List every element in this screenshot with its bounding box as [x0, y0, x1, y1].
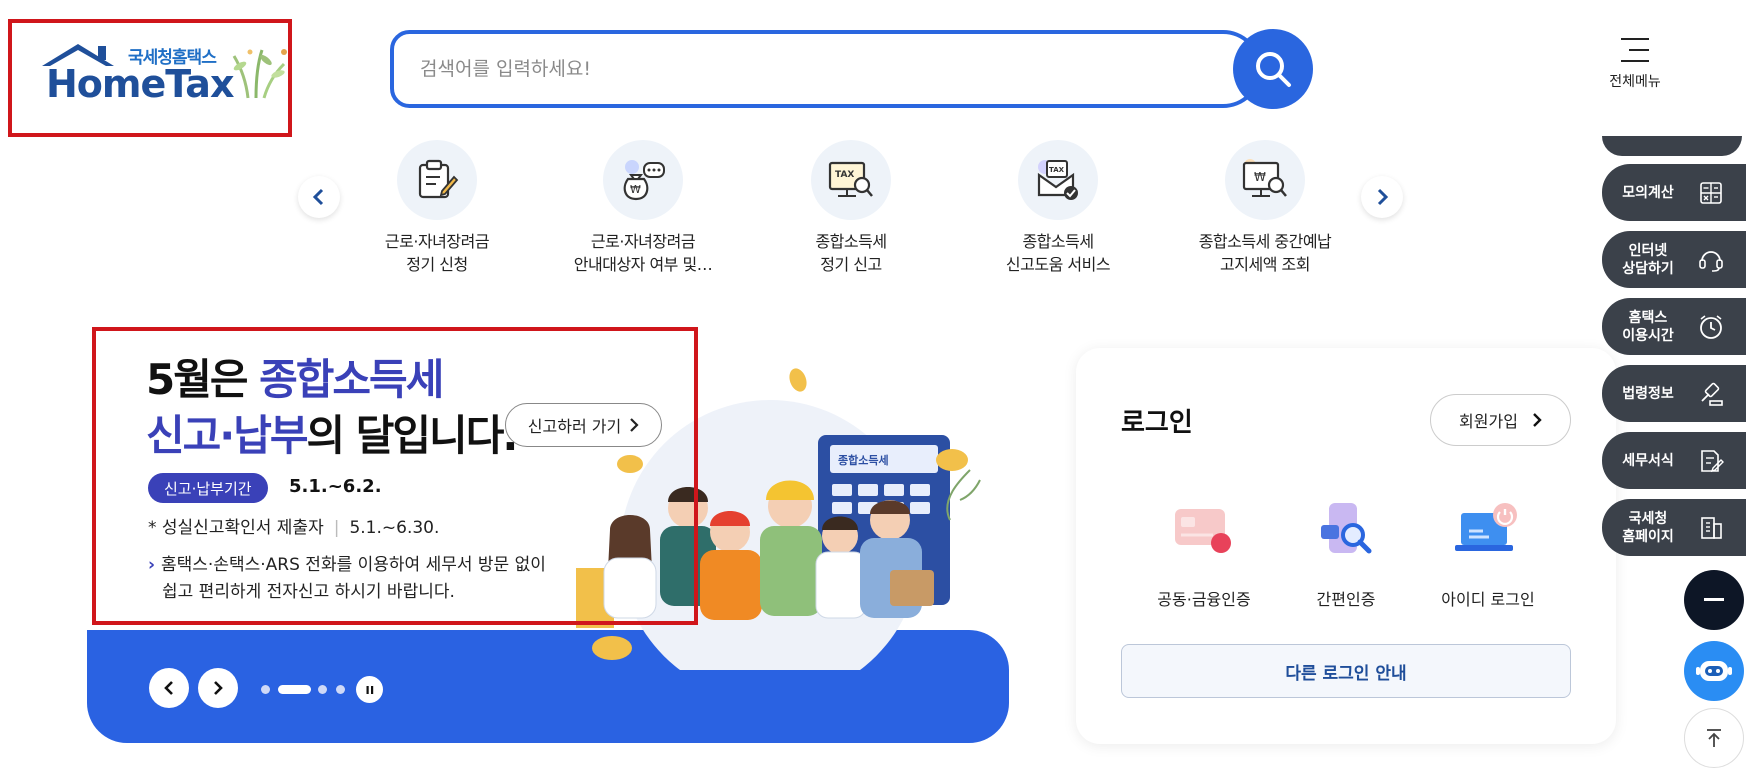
filing-period-badge: 신고·납부기간: [148, 473, 268, 503]
other-login-guide-button[interactable]: 다른 로그인 안내: [1121, 644, 1571, 698]
arrow-up-icon: [1707, 729, 1721, 747]
side-mock-calculation[interactable]: 모의계산: [1602, 164, 1746, 221]
simple-auth-login-option[interactable]: 간편인증: [1266, 496, 1426, 610]
side-law-info[interactable]: 법령정보: [1602, 365, 1746, 422]
all-menu-label: 전체메뉴: [1609, 74, 1661, 90]
form-document-icon: [1701, 449, 1724, 472]
quick-item-interim-prepayment[interactable]: ₩ 종합소득세 중간예납 고지세액 조회: [1165, 140, 1365, 276]
building-icon: [1701, 516, 1722, 539]
quick-item-label: 종합소득세 중간예납 고지세액 조회: [1198, 232, 1332, 274]
banner-dot[interactable]: [261, 685, 270, 694]
side-internet-consult[interactable]: 인터넷 상담하기: [1602, 231, 1746, 288]
quick-menu-next-button[interactable]: [1361, 176, 1403, 218]
sign-up-label: 회원가입: [1459, 412, 1518, 431]
quick-item-eitc-target[interactable]: ₩ 근로·자녀장려금 안내대상자 여부 및…: [543, 140, 743, 276]
side-item-label: 법령정보: [1622, 385, 1674, 402]
side-item-label: 홈택스 이용시간: [1622, 309, 1674, 344]
go-to-filing-label: 신고하러 가기: [527, 417, 622, 436]
simple-auth-search-icon: [1321, 503, 1372, 554]
search-input[interactable]: [420, 52, 1180, 86]
quick-item-icon-bg: [397, 140, 477, 220]
login-panel: 로그인 회원가입 공동·금융인증 간편인증 아이디 로그인 다른 로그인 안내: [1076, 348, 1616, 744]
collapse-side-menu-button[interactable]: [1684, 570, 1744, 630]
quick-item-income-tax-help[interactable]: TAX 종합소득세 신고도움 서비스: [958, 140, 1158, 276]
banner-dot[interactable]: [318, 685, 327, 694]
side-item-label: 국세청 홈페이지: [1622, 510, 1674, 545]
chatbot-robot-icon: [1696, 661, 1732, 681]
svg-text:₩: ₩: [1254, 170, 1266, 184]
quick-item-icon-bg: ₩: [603, 140, 683, 220]
banner-pause-button[interactable]: [356, 676, 383, 703]
pause-icon: [366, 685, 373, 694]
quick-item-icon-bg: ₩: [1225, 140, 1305, 220]
clock-icon: [1700, 314, 1722, 339]
scroll-to-top-button[interactable]: [1684, 708, 1744, 768]
side-item-label: 인터넷 상담하기: [1622, 242, 1674, 277]
hometax-logo[interactable]: 국세청홈택스 HomeTax: [40, 40, 290, 110]
tax-envelope-check-icon: TAX: [1037, 160, 1078, 200]
quick-item-label: 종합소득세 정기 신고: [815, 232, 887, 274]
chatbot-button[interactable]: [1684, 641, 1744, 701]
chevron-right-icon: [630, 418, 639, 432]
money-bag-chat-icon: ₩: [623, 160, 665, 201]
certificate-card-icon: [1175, 509, 1231, 553]
calculator-icon: [1700, 181, 1722, 204]
gavel-icon: [1701, 382, 1723, 406]
banner-prev-button[interactable]: [149, 668, 189, 708]
sincerity-report-period: * 성실신고확인서 제출자 | 5.1.~6.30.: [148, 518, 440, 538]
id-laptop-icon: [1455, 503, 1517, 551]
quick-item-label: 종합소득세 신고도움 서비스: [1005, 232, 1111, 274]
banner-note: › 홈택스·손택스·ARS 전화를 이용하여 세무서 방문 없이 쉽고 편리하게 전…: [148, 555, 546, 602]
side-nts-homepage[interactable]: 국세청 홈페이지: [1602, 499, 1746, 556]
quick-item-icon-bg: TAX: [811, 140, 891, 220]
banner-dot-active[interactable]: [278, 685, 311, 694]
search-icon: [1256, 52, 1291, 87]
chevron-left-icon: [312, 188, 324, 206]
search-button[interactable]: [1233, 29, 1313, 109]
side-item-label: 모의계산: [1622, 184, 1674, 201]
quick-item-label: 근로·자녀장려금 안내대상자 여부 및…: [573, 232, 713, 274]
id-login-option[interactable]: 아이디 로그인: [1408, 496, 1568, 610]
calculator-label: 종합소득세: [838, 453, 889, 467]
side-item-label: 세무서식: [1622, 452, 1674, 469]
banner-title: 5월은 종합소득세 신고·납부의 달입니다.: [146, 355, 518, 460]
login-title: 로그인: [1121, 408, 1193, 438]
side-hometax-hours[interactable]: 홈택스 이용시간: [1602, 298, 1746, 355]
quick-item-income-tax-filing[interactable]: TAX 종합소득세 정기 신고: [751, 140, 951, 276]
filing-period: 5.1.~6.2.: [289, 476, 382, 497]
svg-text:₩: ₩: [630, 183, 641, 196]
certificate-login-label: 공동·금융인증: [1157, 590, 1251, 609]
quick-item-eitc-apply[interactable]: 근로·자녀장려금 정기 신청: [337, 140, 537, 276]
banner-dot[interactable]: [336, 685, 345, 694]
plant-decoration-icon: [232, 49, 287, 99]
simple-auth-login-label: 간편인증: [1316, 590, 1376, 609]
certificate-login-option[interactable]: 공동·금융인증: [1124, 496, 1284, 610]
logo-title: HomeTax: [46, 62, 234, 106]
hometax-main-page: 국세청홈택스 HomeTax 전체메뉴: [0, 0, 1746, 769]
headset-icon: [1699, 250, 1723, 272]
side-tax-forms[interactable]: 세무서식: [1602, 432, 1746, 489]
won-monitor-search-icon: ₩: [1242, 159, 1287, 197]
minus-icon: [1704, 598, 1724, 601]
all-menu-button[interactable]: 전체메뉴: [1590, 38, 1680, 91]
quick-menu-prev-button[interactable]: [298, 176, 340, 218]
quick-item-icon-bg: TAX: [1018, 140, 1098, 220]
document-pen-icon: [418, 159, 459, 199]
side-rail-overflow-item[interactable]: [1602, 136, 1742, 156]
chevron-right-icon: [1377, 188, 1389, 206]
chevron-left-icon: [164, 681, 173, 695]
sign-up-button[interactable]: 회원가입: [1430, 394, 1571, 446]
tax-monitor-search-icon: TAX: [828, 161, 873, 197]
svg-text:TAX: TAX: [835, 170, 854, 180]
banner-next-button[interactable]: [198, 668, 238, 708]
hamburger-icon: [1590, 38, 1680, 62]
id-login-label: 아이디 로그인: [1441, 590, 1535, 609]
svg-text:TAX: TAX: [1049, 166, 1065, 174]
search-bar: [390, 30, 1262, 108]
go-to-filing-button[interactable]: 신고하러 가기: [505, 403, 662, 447]
quick-item-label: 근로·자녀장려금 정기 신청: [384, 232, 490, 274]
chevron-right-icon: [1533, 413, 1542, 427]
chevron-right-icon: [214, 681, 223, 695]
